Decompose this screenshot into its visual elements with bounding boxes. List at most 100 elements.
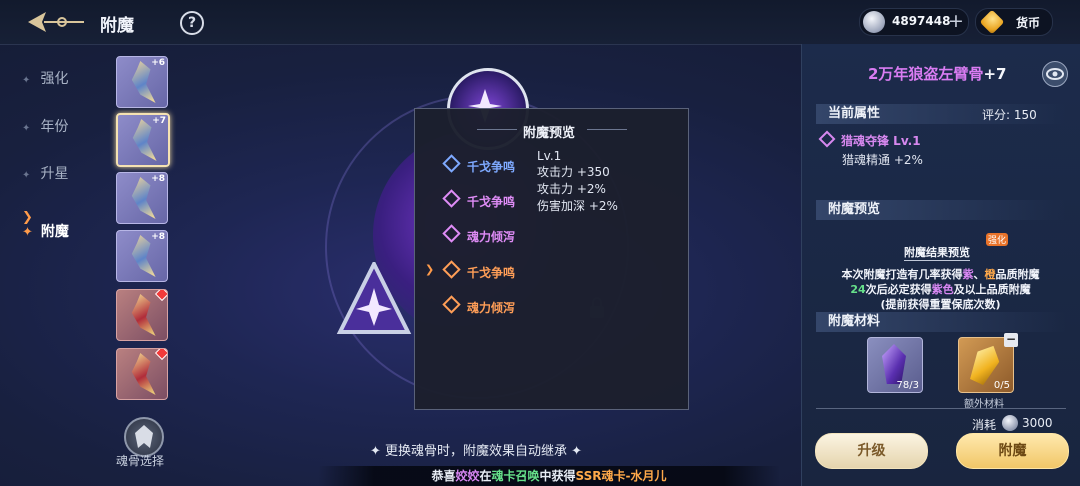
attr-main: 猎魂夺锋 Lv.1 bbox=[818, 130, 921, 149]
help-icon[interactable]: ? bbox=[180, 11, 204, 35]
soul-bone-icon bbox=[131, 294, 156, 336]
red-notice-icon bbox=[154, 349, 167, 361]
selected-arrow-icon: ❯ bbox=[425, 263, 435, 276]
add-currency-icon[interactable]: + bbox=[948, 10, 964, 32]
ticker-text: 中获得 bbox=[539, 469, 576, 483]
section-materials: 附魔材料 bbox=[816, 312, 1066, 332]
gem-icon bbox=[818, 130, 836, 148]
option-label: 千戈争鸣 bbox=[467, 195, 516, 209]
text: 品质附魔 bbox=[995, 268, 1040, 281]
star-bullet-icon: ✦ bbox=[22, 75, 31, 86]
soul-bone-slot[interactable] bbox=[116, 348, 168, 400]
text: 本次附魔打造有几率获得 bbox=[841, 268, 963, 281]
star-bullet-icon: ✦ bbox=[22, 170, 31, 181]
result-line: (提前获得重置保底次数) bbox=[880, 298, 1001, 311]
result-line: 24次后必定获得紫色及以上品质附魔 bbox=[801, 281, 1080, 297]
silver-coin-icon bbox=[863, 11, 885, 33]
text: 及以上品质附魔 bbox=[953, 283, 1031, 296]
back-arrow-icon[interactable] bbox=[24, 7, 88, 37]
enchant-preview-panel: 附魔预览 千戈争鸣 千戈争鸣 魂力倾泻 ❯ 千戈争鸣 魂力倾泻 Lv.1 攻击力 … bbox=[414, 108, 689, 410]
ticker-player: 姣姣 bbox=[455, 469, 480, 483]
text: 次后必定获得 bbox=[865, 283, 932, 296]
star-bullet-icon: ✦ bbox=[22, 123, 31, 134]
soul-bone-icon bbox=[131, 353, 156, 395]
gold-diamond-icon bbox=[979, 9, 1005, 35]
hot-tag: 强化 bbox=[986, 233, 1009, 246]
divider bbox=[477, 129, 517, 130]
announcement-ticker: 恭喜姣姣在魂卡召唤中获得SSR魂卡-水月儿 bbox=[318, 466, 780, 486]
page-title: 附魔 bbox=[100, 16, 134, 36]
ticker-text: 在 bbox=[479, 469, 492, 483]
preview-title: 附魔预览 bbox=[523, 126, 576, 141]
section-enchant-preview: 附魔预览 bbox=[816, 200, 1066, 220]
ticker-source: 魂卡召唤 bbox=[491, 469, 540, 483]
enchant-option[interactable]: 千戈争鸣 bbox=[442, 189, 516, 210]
eye-icon[interactable] bbox=[1042, 61, 1068, 87]
option-label: 千戈争鸣 bbox=[467, 266, 516, 280]
gem-icon bbox=[442, 189, 461, 208]
option-label: 魂力倾泻 bbox=[467, 230, 516, 244]
text: 紫 bbox=[962, 268, 974, 281]
result-line: 本次附魔打造有几率获得紫、橙品质附魔 bbox=[801, 266, 1080, 282]
result-preview-title[interactable]: 附魔结果预览 bbox=[904, 244, 970, 261]
gem-icon bbox=[442, 295, 461, 314]
currency-gold: 货币 bbox=[975, 8, 1053, 36]
tab-label: 年份 bbox=[40, 119, 69, 135]
currency-label: 货币 bbox=[1016, 16, 1041, 30]
left-emblem-icon[interactable] bbox=[334, 262, 414, 342]
slot-level: +8 bbox=[151, 232, 165, 242]
item-name: 2万年狼盗左臂骨+7 bbox=[868, 63, 1006, 84]
purple-crystal-icon bbox=[882, 344, 906, 384]
stat-line: 攻击力 +2% bbox=[537, 182, 606, 196]
inherit-tip: ✦ 更换魂骨时，附魔效果自动继承 ✦ bbox=[370, 444, 583, 459]
slot-level: +7 bbox=[152, 116, 166, 126]
soul-select-icon[interactable] bbox=[124, 417, 164, 457]
tab-strengthen[interactable]: ✦ 强化 bbox=[22, 68, 68, 88]
enchant-option[interactable]: 魂力倾泻 bbox=[442, 295, 516, 316]
soul-select-label: 魂骨选择 bbox=[116, 454, 165, 468]
score: 评分: 150 bbox=[982, 108, 1037, 122]
remove-material-button[interactable]: − bbox=[1004, 333, 1018, 347]
option-label: 千戈争鸣 bbox=[467, 160, 516, 174]
option-label: 魂力倾泻 bbox=[467, 301, 516, 315]
cost-value: 3000 bbox=[1022, 416, 1053, 430]
stat-level: Lv.1 bbox=[537, 149, 562, 163]
attr-main-text: 猎魂夺锋 Lv.1 bbox=[841, 134, 921, 148]
material-count: 78/3 bbox=[896, 380, 919, 391]
red-notice-icon bbox=[154, 290, 167, 302]
gem-icon bbox=[442, 224, 461, 243]
soul-bone-slot[interactable]: +8 bbox=[116, 172, 168, 224]
item-level: +7 bbox=[983, 65, 1007, 83]
ticker-text: 恭喜 bbox=[431, 469, 456, 483]
soul-bone-slot[interactable]: +8 bbox=[116, 230, 168, 282]
gem-icon bbox=[442, 154, 461, 173]
gem-icon bbox=[442, 260, 461, 279]
soul-bone-slot-selected[interactable]: +7 bbox=[116, 113, 170, 167]
enchant-option[interactable]: 魂力倾泻 bbox=[442, 224, 516, 245]
material-count: 0/5 bbox=[993, 380, 1010, 391]
silver-coin-icon bbox=[1002, 415, 1018, 431]
cost-label: 消耗 bbox=[972, 418, 997, 432]
stat-line: 攻击力 +350 bbox=[537, 165, 610, 179]
currency-silver: 4897448 + bbox=[859, 8, 969, 36]
divider bbox=[587, 129, 627, 130]
tab-label: 升星 bbox=[40, 166, 69, 182]
tab-star-up[interactable]: ✦ 升星 bbox=[22, 163, 68, 183]
attr-sub: 猎魂精通 +2% bbox=[842, 153, 923, 167]
upgrade-button[interactable]: 升级 bbox=[815, 433, 928, 469]
soul-bone-slot[interactable] bbox=[116, 289, 168, 341]
material-purple-crystal[interactable]: 78/3 bbox=[867, 337, 923, 393]
slot-level: +6 bbox=[151, 58, 165, 68]
tab-year[interactable]: ✦ 年份 bbox=[22, 116, 68, 136]
enchant-button[interactable]: 附魔 bbox=[956, 433, 1069, 469]
tab-enchant[interactable]: ❯✦ 附魔 bbox=[22, 210, 69, 241]
divider bbox=[816, 408, 1066, 409]
enchant-option[interactable]: 千戈争鸣 bbox=[442, 154, 516, 175]
tab-label: 附魔 bbox=[40, 224, 69, 240]
enchant-option-selected[interactable]: ❯ 千戈争鸣 bbox=[425, 260, 516, 281]
text: 24 bbox=[850, 283, 866, 296]
soul-bone-slot[interactable]: +6 bbox=[116, 56, 168, 108]
text: 紫色 bbox=[931, 283, 954, 296]
stat-line: 伤害加深 +2% bbox=[537, 199, 618, 213]
active-arrow-icon: ❯✦ bbox=[22, 210, 33, 240]
